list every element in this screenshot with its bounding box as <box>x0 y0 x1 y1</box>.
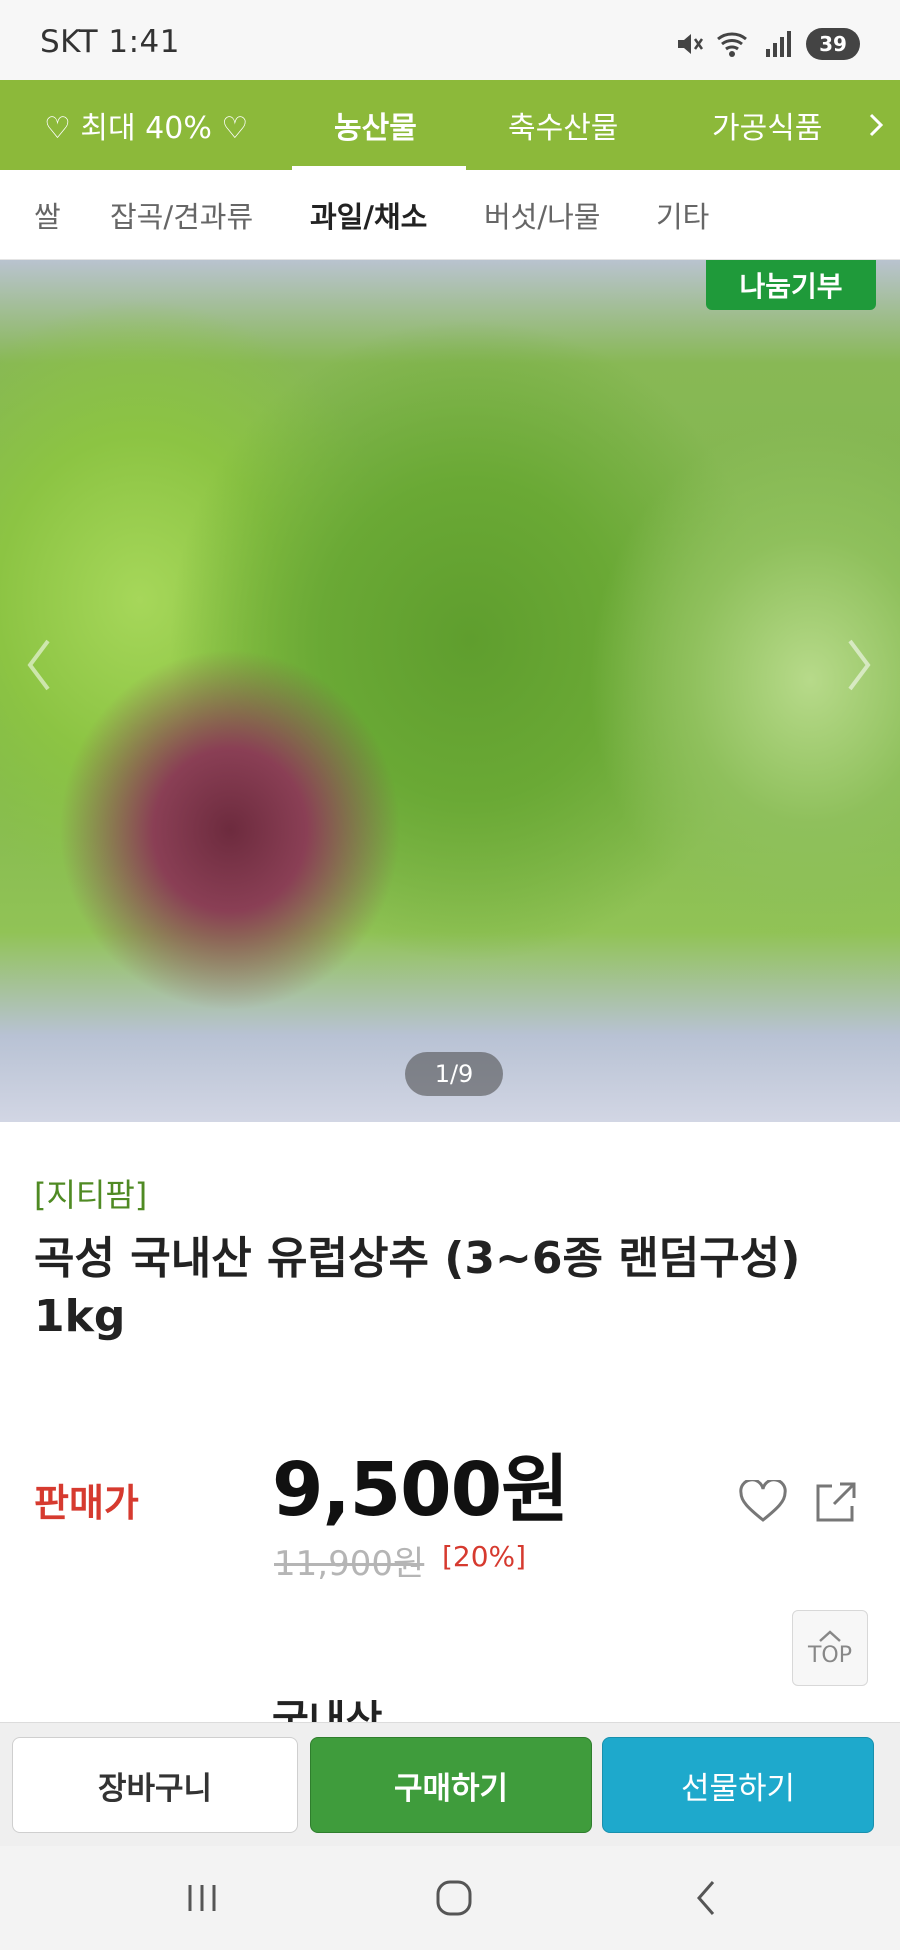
gift-button[interactable]: 선물하기 <box>602 1737 874 1833</box>
add-to-cart-button[interactable]: 장바구니 <box>12 1737 298 1833</box>
buy-button[interactable]: 구매하기 <box>310 1737 592 1833</box>
origin-row-partial: 국내산 <box>0 1700 900 1722</box>
back-icon[interactable] <box>676 1876 736 1920</box>
share-icon[interactable] <box>814 1480 858 1524</box>
status-bar: SKT 1:41 39 <box>0 0 900 80</box>
sub-tab-mushrooms-greens[interactable]: 버섯/나물 <box>484 170 601 260</box>
image-pager: 1/9 <box>405 1052 503 1096</box>
wifi-icon <box>716 29 752 59</box>
category-bar: ♡ 최대 40% ♡ 농산물 축수산물 가공식품 <box>0 80 900 170</box>
category-tab-agriculture[interactable]: 농산물 <box>334 80 417 170</box>
chevron-left-icon[interactable] <box>24 635 54 699</box>
signal-icon <box>764 29 794 59</box>
mute-icon <box>674 29 704 59</box>
sub-category-tabs: 쌀 잡곡/견과류 과일/채소 버섯/나물 기타 <box>0 170 900 260</box>
battery-indicator: 39 <box>806 28 860 60</box>
category-tab-processed-food[interactable]: 가공식품 <box>712 80 822 170</box>
status-icons: 39 <box>674 24 860 64</box>
scroll-top-label: TOP <box>807 1642 853 1668</box>
donation-badge: 나눔기부 <box>706 260 876 310</box>
home-icon[interactable] <box>424 1876 484 1920</box>
original-price: 11,900원 <box>274 1544 425 1584</box>
product-image[interactable]: 나눔기부 1/9 <box>0 260 900 1122</box>
heart-icon[interactable] <box>738 1478 788 1524</box>
product-title: 곡성 국내산 유럽상추 (3~6종 랜덤구성) 1kg <box>34 1233 801 1342</box>
category-promo-tab[interactable]: ♡ 최대 40% ♡ <box>44 80 248 170</box>
product-brand: [지티팜] <box>34 1176 148 1214</box>
chevron-up-icon <box>819 1629 841 1642</box>
origin-value: 국내산 <box>272 1700 382 1722</box>
sale-price: 9,500원 <box>272 1447 569 1533</box>
scroll-top-button[interactable]: TOP <box>792 1610 868 1686</box>
category-tab-livestock-seafood[interactable]: 축수산물 <box>508 80 618 170</box>
chevron-right-icon[interactable] <box>844 635 874 699</box>
purchase-action-bar: 장바구니 구매하기 선물하기 <box>0 1722 900 1846</box>
system-nav-bar <box>0 1846 900 1950</box>
sub-tab-rice[interactable]: 쌀 <box>34 170 61 260</box>
sub-tab-grains-nuts[interactable]: 잡곡/견과류 <box>110 170 253 260</box>
price-label: 판매가 <box>34 1481 139 1525</box>
sub-tab-etc[interactable]: 기타 <box>656 170 709 260</box>
recent-apps-icon[interactable] <box>172 1876 232 1920</box>
status-time: SKT 1:41 <box>40 24 181 60</box>
chevron-right-icon[interactable] <box>866 110 886 144</box>
discount-rate: [20%] <box>442 1540 527 1573</box>
sub-tab-fruits-vegetables[interactable]: 과일/채소 <box>310 170 427 260</box>
